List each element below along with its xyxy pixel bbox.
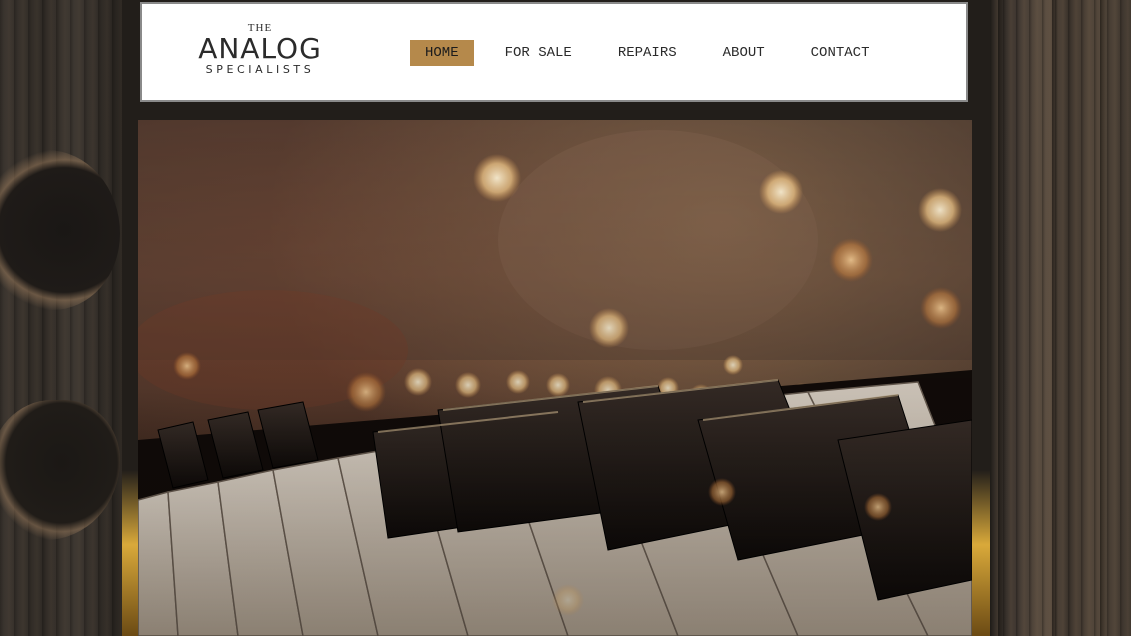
piano-keys-illustration <box>138 120 972 636</box>
hero-image <box>138 120 972 636</box>
logo-tagline-text: SPECIALISTS <box>205 63 315 76</box>
wood-groove <box>1100 0 1106 636</box>
wood-groove <box>1052 0 1058 636</box>
nav-item-about[interactable]: ABOUT <box>708 40 780 66</box>
wood-groove <box>998 0 1004 636</box>
nav-item-repairs[interactable]: REPAIRS <box>603 40 692 66</box>
nav-item-contact[interactable]: CONTACT <box>796 40 885 66</box>
nav-item-home[interactable]: HOME <box>410 40 474 66</box>
nav-item-for-sale[interactable]: FOR SALE <box>490 40 587 66</box>
hero-side-glow <box>972 470 990 636</box>
site-logo[interactable]: THE ANALOG SPECIALISTS <box>190 22 330 82</box>
wood-knot <box>0 150 120 310</box>
wood-panel-left <box>0 0 122 636</box>
site-header: THE ANALOG SPECIALISTS HOME FOR SALE REP… <box>140 2 968 102</box>
logo-name-text: ANALOG <box>198 32 322 65</box>
main-nav: HOME FOR SALE REPAIRS ABOUT CONTACT <box>410 40 900 66</box>
wood-knot <box>0 400 120 540</box>
wood-panel-right <box>990 0 1131 636</box>
page: THE ANALOG SPECIALISTS HOME FOR SALE REP… <box>0 0 1131 636</box>
